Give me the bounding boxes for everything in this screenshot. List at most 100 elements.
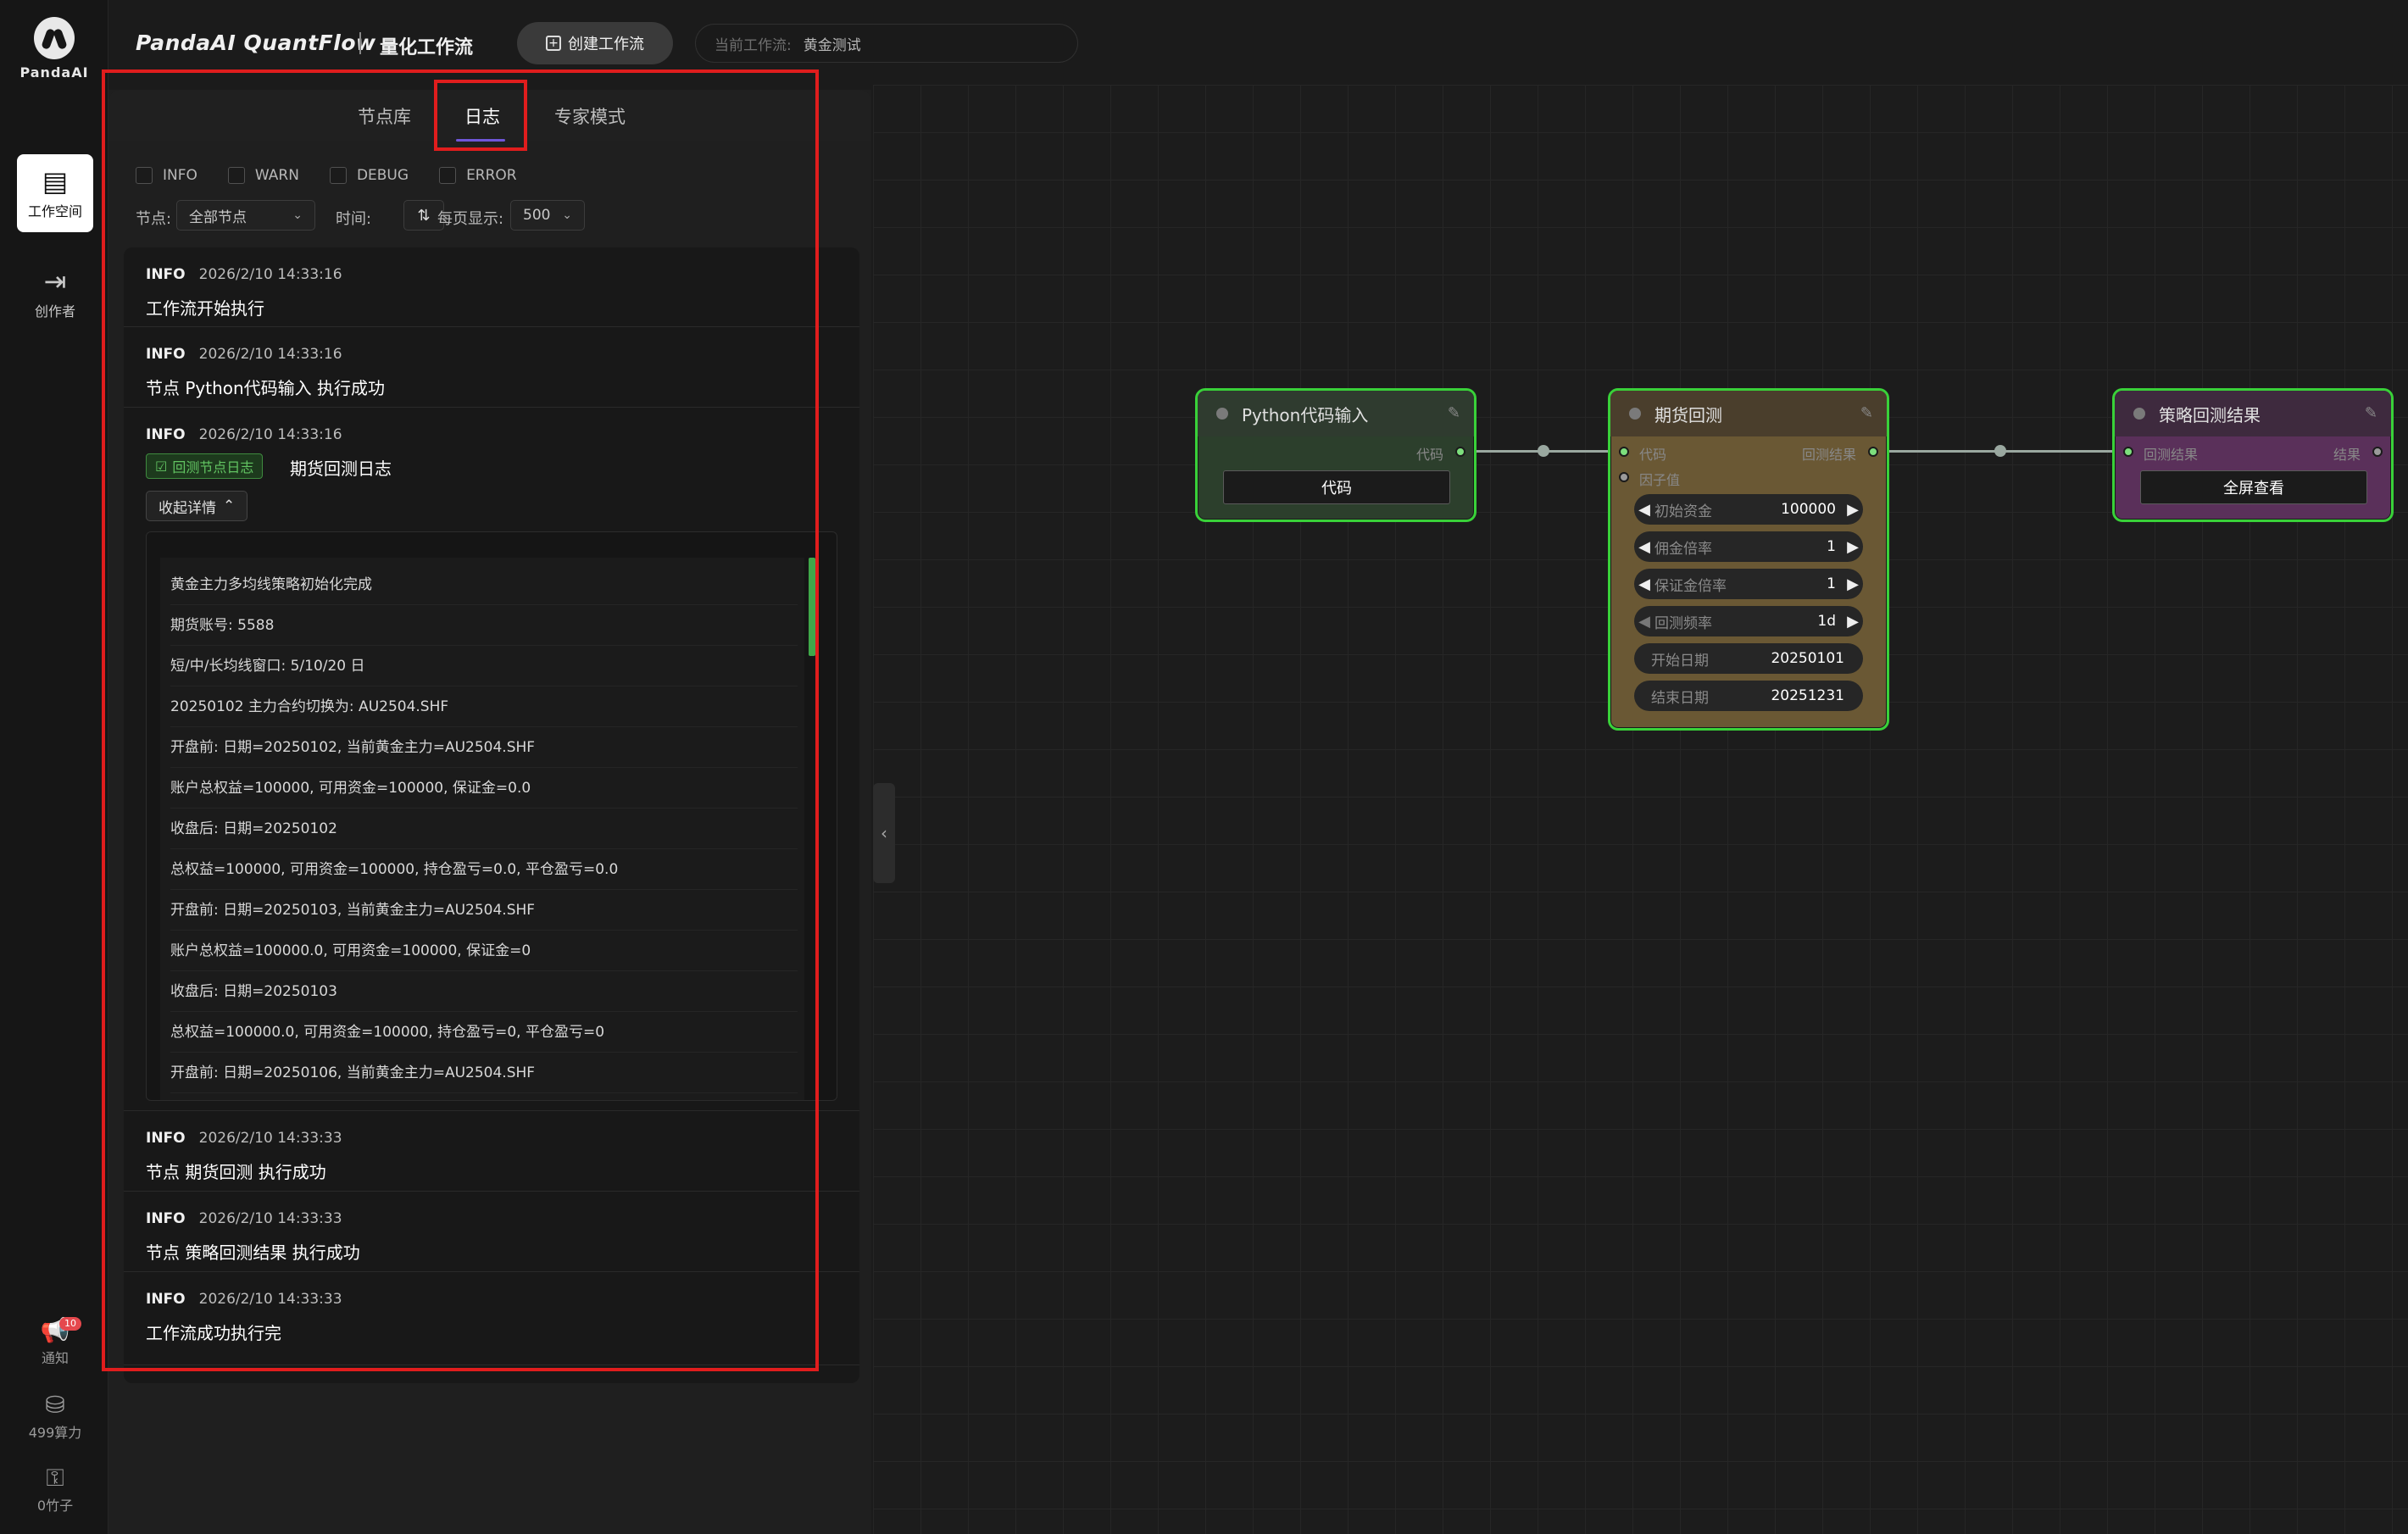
- page-size-select[interactable]: 500 ⌄: [510, 200, 585, 231]
- filter-label: DEBUG: [356, 167, 409, 184]
- edge-midpoint[interactable]: [1994, 445, 2006, 457]
- title-divider: [359, 32, 361, 54]
- layout-icon: ▤: [42, 165, 69, 197]
- edit-icon[interactable]: ✎: [1448, 404, 1460, 422]
- log-detail-box[interactable]: 黄金主力多均线策略初始化完成 期货账号: 5588 短/中/长均线窗口: 5/1…: [146, 531, 837, 1101]
- detail-line: 总权益=100000, 可用资金=100000, 持仓盈亏=0.0, 平仓盈亏=…: [170, 849, 798, 890]
- log-message: 节点 期货回测 执行成功: [146, 1162, 326, 1182]
- param-value[interactable]: 1: [1827, 575, 1836, 592]
- param-label: 回测频率: [1654, 614, 1712, 632]
- param-value[interactable]: 1: [1827, 538, 1836, 555]
- output-port-result[interactable]: [2372, 447, 2383, 457]
- log-entry: INFO 2026/2/10 14:33:33 节点 期货回测 执行成功: [124, 1111, 859, 1192]
- log-meta: INFO 2026/2/10 14:33:33: [146, 1291, 342, 1308]
- node-strategy-result[interactable]: 策略回测结果 ✎ 回测结果 结果 全屏查看: [2112, 388, 2394, 522]
- log-level: INFO: [146, 346, 186, 363]
- nav-bamboo[interactable]: ⚿ 0竹子: [17, 1456, 93, 1524]
- node-header[interactable]: 策略回测结果 ✎: [2115, 391, 2391, 436]
- input-port-result[interactable]: [2123, 447, 2133, 457]
- param-value[interactable]: 1d: [1817, 613, 1836, 630]
- log-list[interactable]: INFO 2026/2/10 14:33:16 工作流开始执行 INFO 2026/…: [124, 247, 859, 1383]
- param-value[interactable]: 20251231: [1771, 687, 1844, 704]
- node-header[interactable]: 期货回测 ✎: [1610, 391, 1887, 436]
- checkbox[interactable]: [136, 167, 153, 184]
- create-workflow-button[interactable]: + 创建工作流: [517, 22, 673, 64]
- log-meta: INFO 2026/2/10 14:33:16: [146, 426, 342, 443]
- fullscreen-view-button[interactable]: 全屏查看: [2140, 470, 2367, 504]
- filter-error[interactable]: ERROR: [439, 161, 517, 190]
- log-meta: INFO 2026/2/10 14:33:33: [146, 1130, 342, 1147]
- increment-arrow-icon[interactable]: ▶: [1843, 613, 1863, 631]
- collapse-details-button[interactable]: 收起详情 ⌃: [146, 491, 248, 521]
- backtest-tag-label: 回测节点日志: [172, 459, 254, 475]
- port-label-result-in: 回测结果: [2144, 447, 2199, 463]
- param-end-date[interactable]: 结束日期 20251231: [1634, 681, 1863, 711]
- status-dot-icon: [2133, 408, 2145, 420]
- node-python-input[interactable]: Python代码输入 ✎ 代码 代码: [1195, 388, 1476, 522]
- log-time: 2026/2/10 14:33:33: [198, 1210, 342, 1227]
- log-time: 2026/2/10 14:33:16: [198, 426, 342, 443]
- checkbox[interactable]: [329, 167, 347, 184]
- node-futures-backtest[interactable]: 期货回测 ✎ 代码 回测结果 因子值 ◀ 初始资金 100000 ▶ ◀ 佣金倍…: [1608, 388, 1889, 731]
- app-subtitle: 量化工作流: [380, 37, 474, 58]
- tab-node-library[interactable]: 节点库: [358, 103, 411, 129]
- decrement-arrow-icon[interactable]: ◀: [1634, 613, 1654, 631]
- filter-info[interactable]: INFO: [136, 161, 197, 190]
- edit-icon[interactable]: ✎: [2365, 404, 2377, 422]
- param-frequency[interactable]: ◀ 回测频率 1d ▶: [1634, 606, 1863, 636]
- param-margin-rate[interactable]: ◀ 保证金倍率 1 ▶: [1634, 569, 1863, 599]
- tab-expert-mode[interactable]: 专家模式: [554, 103, 626, 129]
- panel-collapse-handle[interactable]: ‹: [873, 783, 895, 883]
- backtest-log-tag: ☑ 回测节点日志: [146, 453, 264, 479]
- workflow-canvas[interactable]: Python代码输入 ✎ 代码 代码 期货回测 ✎ 代码 回测结果 因子值 ◀ …: [873, 85, 2408, 1534]
- output-port-result[interactable]: [1868, 447, 1878, 457]
- checkbox[interactable]: [439, 167, 457, 184]
- param-value[interactable]: 100000: [1781, 501, 1836, 518]
- filter-warn[interactable]: WARN: [227, 161, 299, 190]
- log-panel: 节点库 日志 专家模式 INFO WARN DEBUG ERROR 节点: 全部…: [108, 90, 871, 1534]
- param-start-date[interactable]: 开始日期 20250101: [1634, 643, 1863, 674]
- chevron-down-icon: ⌄: [292, 208, 303, 222]
- output-port-code[interactable]: [1455, 447, 1465, 457]
- param-label: 开始日期: [1651, 652, 1709, 670]
- param-label: 保证金倍率: [1654, 577, 1727, 595]
- log-time: 2026/2/10 14:33:16: [198, 346, 342, 363]
- nav-compute-label: 499算力: [28, 1425, 82, 1441]
- decrement-arrow-icon[interactable]: ◀: [1634, 538, 1654, 556]
- detail-line: 账户总权益=100000, 可用资金=100000, 保证金=0.0: [170, 768, 798, 809]
- code-button[interactable]: 代码: [1223, 470, 1450, 504]
- tab-log[interactable]: 日志: [464, 103, 500, 129]
- logo[interactable]: PandaAI: [0, 17, 108, 81]
- current-workflow-field[interactable]: 当前工作流: 黄金测试: [695, 24, 1078, 63]
- decrement-arrow-icon[interactable]: ◀: [1634, 575, 1654, 593]
- filter-debug[interactable]: DEBUG: [329, 161, 409, 190]
- detail-line: 开盘前: 日期=20250106, 当前黄金主力=AU2504.SHF: [170, 1053, 798, 1093]
- edge-midpoint[interactable]: [1538, 445, 1549, 457]
- nav-notifications-label: 通知: [41, 1350, 69, 1366]
- increment-arrow-icon[interactable]: ▶: [1843, 575, 1863, 593]
- nav-compute[interactable]: ⛁ 499算力: [17, 1383, 93, 1451]
- decrement-arrow-icon[interactable]: ◀: [1634, 501, 1654, 519]
- current-workflow-label: 当前工作流:: [715, 36, 792, 54]
- collapse-label: 收起详情: [158, 499, 216, 517]
- log-message: 工作流开始执行: [146, 298, 264, 319]
- input-port-factor[interactable]: [1619, 472, 1629, 482]
- detail-line: 开盘前: 日期=20250103, 当前黄金主力=AU2504.SHF: [170, 890, 798, 931]
- node-select[interactable]: 全部节点 ⌄: [176, 200, 315, 231]
- edit-icon[interactable]: ✎: [1860, 404, 1873, 422]
- param-initial-capital[interactable]: ◀ 初始资金 100000 ▶: [1634, 494, 1863, 525]
- increment-arrow-icon[interactable]: ▶: [1843, 538, 1863, 556]
- nav-workspace[interactable]: ▤ 工作空间: [17, 154, 93, 232]
- increment-arrow-icon[interactable]: ▶: [1843, 501, 1863, 519]
- detail-line: 收盘后: 日期=20250102: [170, 809, 798, 849]
- log-level: INFO: [146, 266, 186, 283]
- detail-scrollbar[interactable]: [809, 558, 815, 656]
- param-value[interactable]: 20250101: [1771, 650, 1844, 667]
- param-commission-rate[interactable]: ◀ 佣金倍率 1 ▶: [1634, 531, 1863, 562]
- checkbox[interactable]: [227, 167, 245, 184]
- node-header[interactable]: Python代码输入 ✎: [1198, 391, 1474, 436]
- nav-creator[interactable]: ⇥ 创作者: [17, 254, 93, 332]
- detail-line: 期货账号: 5588: [170, 605, 798, 646]
- nav-notifications[interactable]: 📢 10 通知: [17, 1309, 93, 1376]
- input-port-code[interactable]: [1619, 447, 1629, 457]
